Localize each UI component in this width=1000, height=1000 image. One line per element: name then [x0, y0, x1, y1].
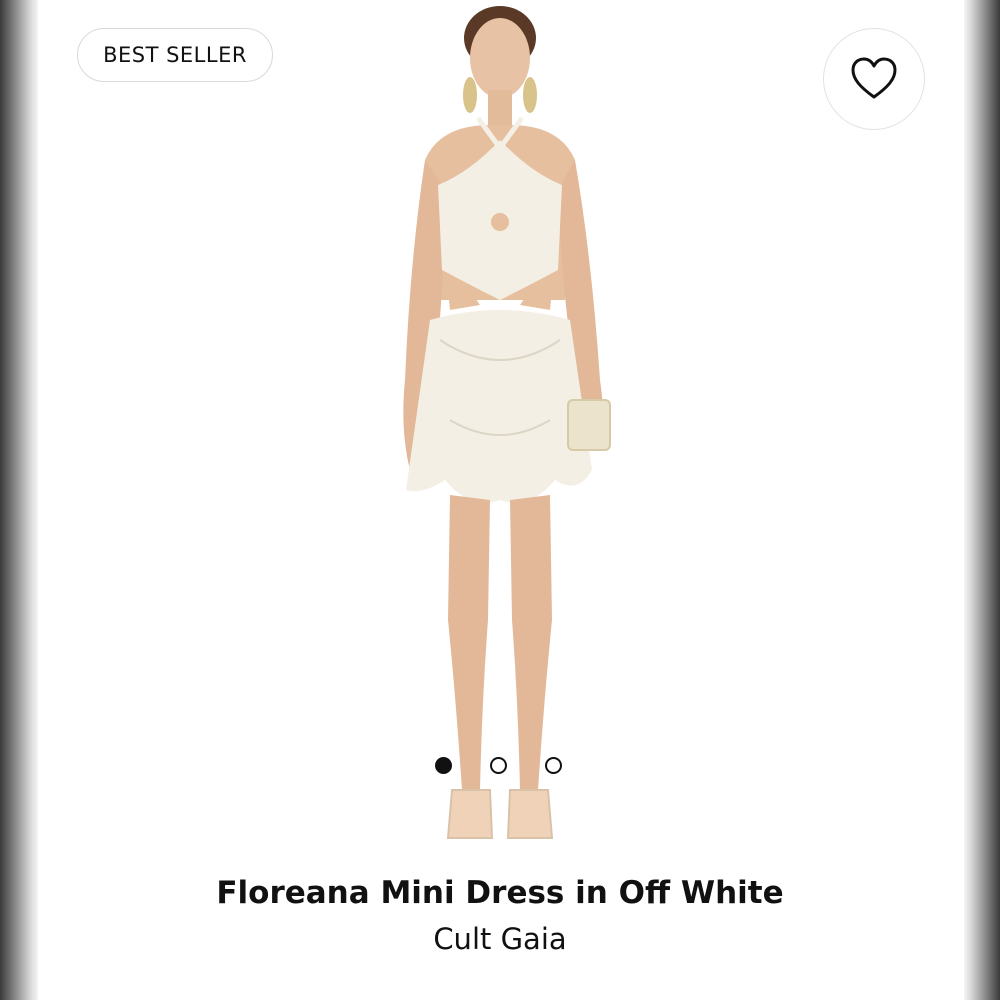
favorite-button[interactable] [823, 28, 925, 130]
heart-icon [851, 57, 897, 99]
product-title[interactable]: Floreana Mini Dress in Off White [0, 875, 1000, 911]
carousel-dot-1[interactable] [435, 757, 452, 774]
right-edge-shadow [964, 0, 1000, 1000]
carousel-dot-2[interactable] [490, 757, 507, 774]
best-seller-badge: BEST SELLER [77, 28, 273, 82]
product-image[interactable] [330, 0, 670, 860]
product-brand[interactable]: Cult Gaia [0, 922, 1000, 956]
left-edge-shadow [0, 0, 38, 1000]
carousel-indicators [435, 757, 562, 774]
carousel-dot-3[interactable] [545, 757, 562, 774]
